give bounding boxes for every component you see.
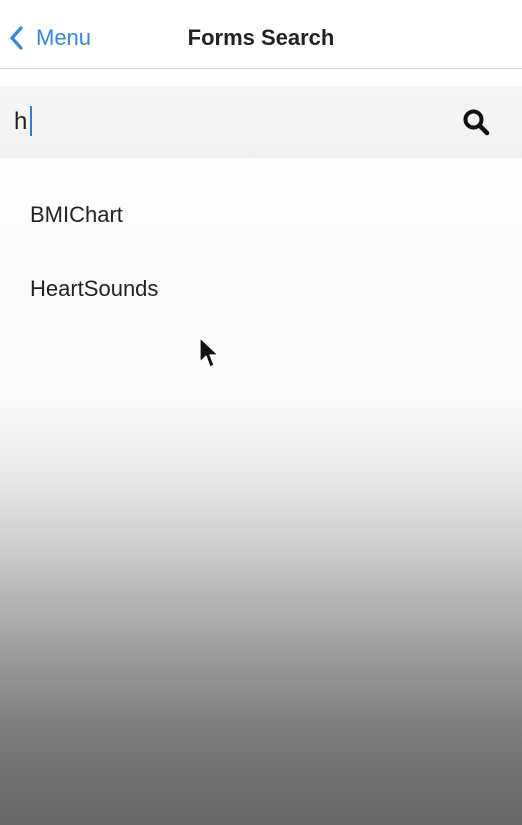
search-button[interactable] bbox=[458, 104, 494, 140]
result-label: HeartSounds bbox=[30, 276, 159, 301]
results-list: BMIChart HeartSounds bbox=[0, 178, 522, 326]
search-icon bbox=[463, 109, 490, 136]
text-caret bbox=[30, 106, 32, 136]
page-title: Forms Search bbox=[187, 25, 335, 50]
search-bar bbox=[0, 86, 522, 158]
list-item[interactable]: BMIChart bbox=[0, 178, 522, 252]
search-input[interactable] bbox=[14, 104, 434, 140]
mouse-pointer-icon bbox=[199, 337, 219, 368]
navigation-bar: Menu Forms Search bbox=[0, 0, 522, 69]
list-item[interactable]: HeartSounds bbox=[0, 252, 522, 326]
result-label: BMIChart bbox=[30, 202, 123, 227]
